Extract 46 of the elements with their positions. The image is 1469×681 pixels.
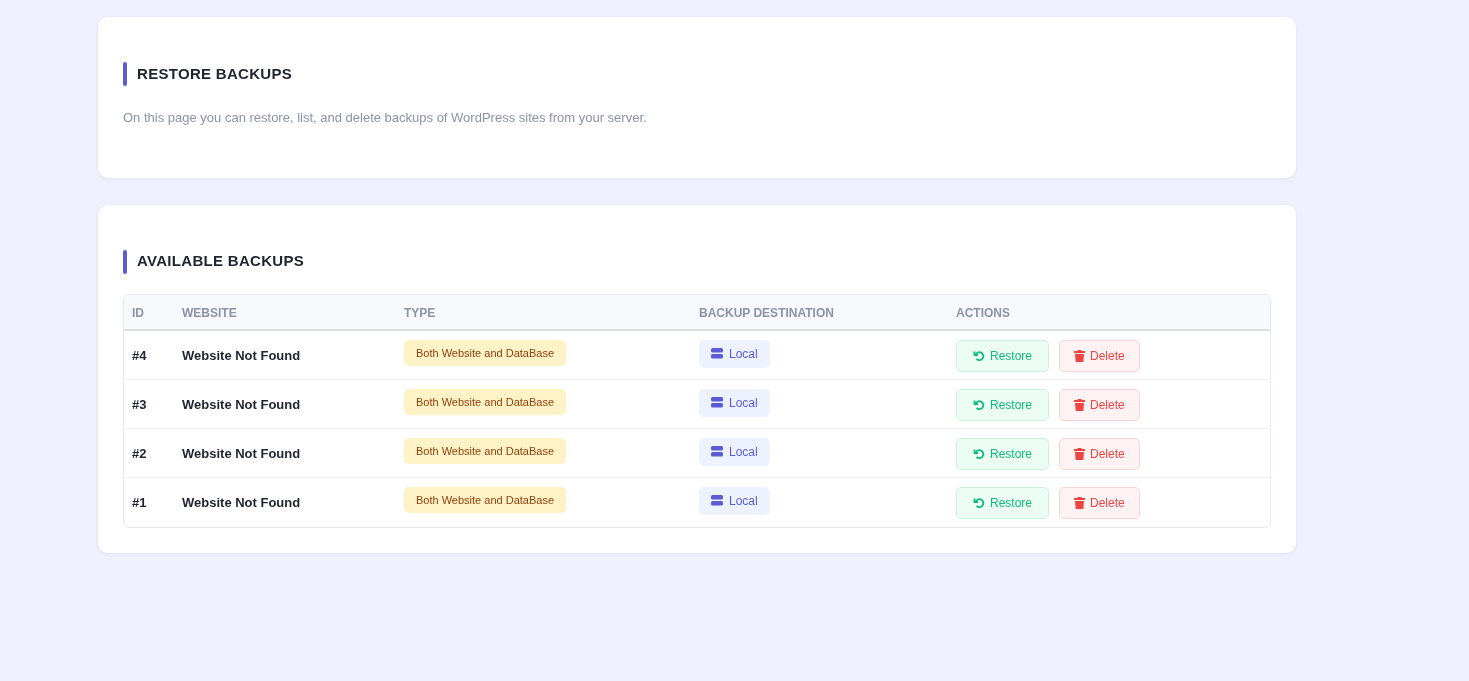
server-icon: [711, 397, 723, 408]
backup-id: #3: [132, 396, 147, 412]
trash-icon: [1074, 447, 1086, 460]
column-header: WEBSITE: [182, 305, 237, 320]
column-header: TYPE: [404, 305, 436, 320]
delete-button[interactable]: Delete: [1059, 388, 1140, 421]
website-name: Website Not Found: [182, 494, 301, 510]
type-badge: Both Website and DataBase: [404, 339, 566, 366]
column-header: BACKUP DESTINATION: [699, 305, 834, 320]
destination-badge: Local: [699, 486, 770, 515]
website-name: Website Not Found: [182, 445, 301, 461]
destination-badge: Local: [699, 339, 770, 368]
accent-bar: [123, 249, 127, 274]
backup-id: #1: [132, 494, 147, 510]
trash-icon: [1074, 496, 1086, 509]
website-name: Website Not Found: [182, 396, 301, 412]
server-icon: [711, 348, 723, 359]
section-title: AVAILABLE BACKUPS: [137, 251, 305, 272]
restore-button[interactable]: Restore: [956, 339, 1050, 372]
type-badge: Both Website and DataBase: [404, 486, 566, 513]
type-badge: Both Website and DataBase: [404, 437, 566, 464]
page-description: On this page you can restore, list, and delete backups of WordPress sites from your server.: [123, 109, 648, 127]
trash-icon: [1074, 349, 1086, 362]
destination-badge: Local: [699, 437, 770, 466]
restore-button[interactable]: Restore: [956, 437, 1050, 470]
column-header: ACTIONS: [956, 305, 1010, 320]
backup-id: #2: [132, 445, 147, 461]
website-name: Website Not Found: [182, 347, 301, 363]
trash-icon: [1074, 398, 1086, 411]
server-icon: [711, 495, 723, 506]
delete-button[interactable]: Delete: [1059, 486, 1140, 519]
delete-button[interactable]: Delete: [1059, 437, 1140, 470]
restore-button[interactable]: Restore: [956, 486, 1050, 519]
type-badge: Both Website and DataBase: [404, 388, 566, 415]
section-title: RESTORE BACKUPS: [137, 63, 293, 84]
restore-button[interactable]: Restore: [956, 388, 1050, 421]
undo-icon: [973, 447, 985, 460]
accent-bar: [123, 62, 127, 86]
column-header: ID: [132, 305, 144, 320]
undo-icon: [973, 496, 985, 509]
server-icon: [711, 446, 723, 457]
delete-button[interactable]: Delete: [1059, 339, 1140, 372]
backup-id: #4: [132, 347, 147, 363]
undo-icon: [973, 398, 985, 411]
undo-icon: [973, 349, 985, 362]
destination-badge: Local: [699, 388, 770, 417]
